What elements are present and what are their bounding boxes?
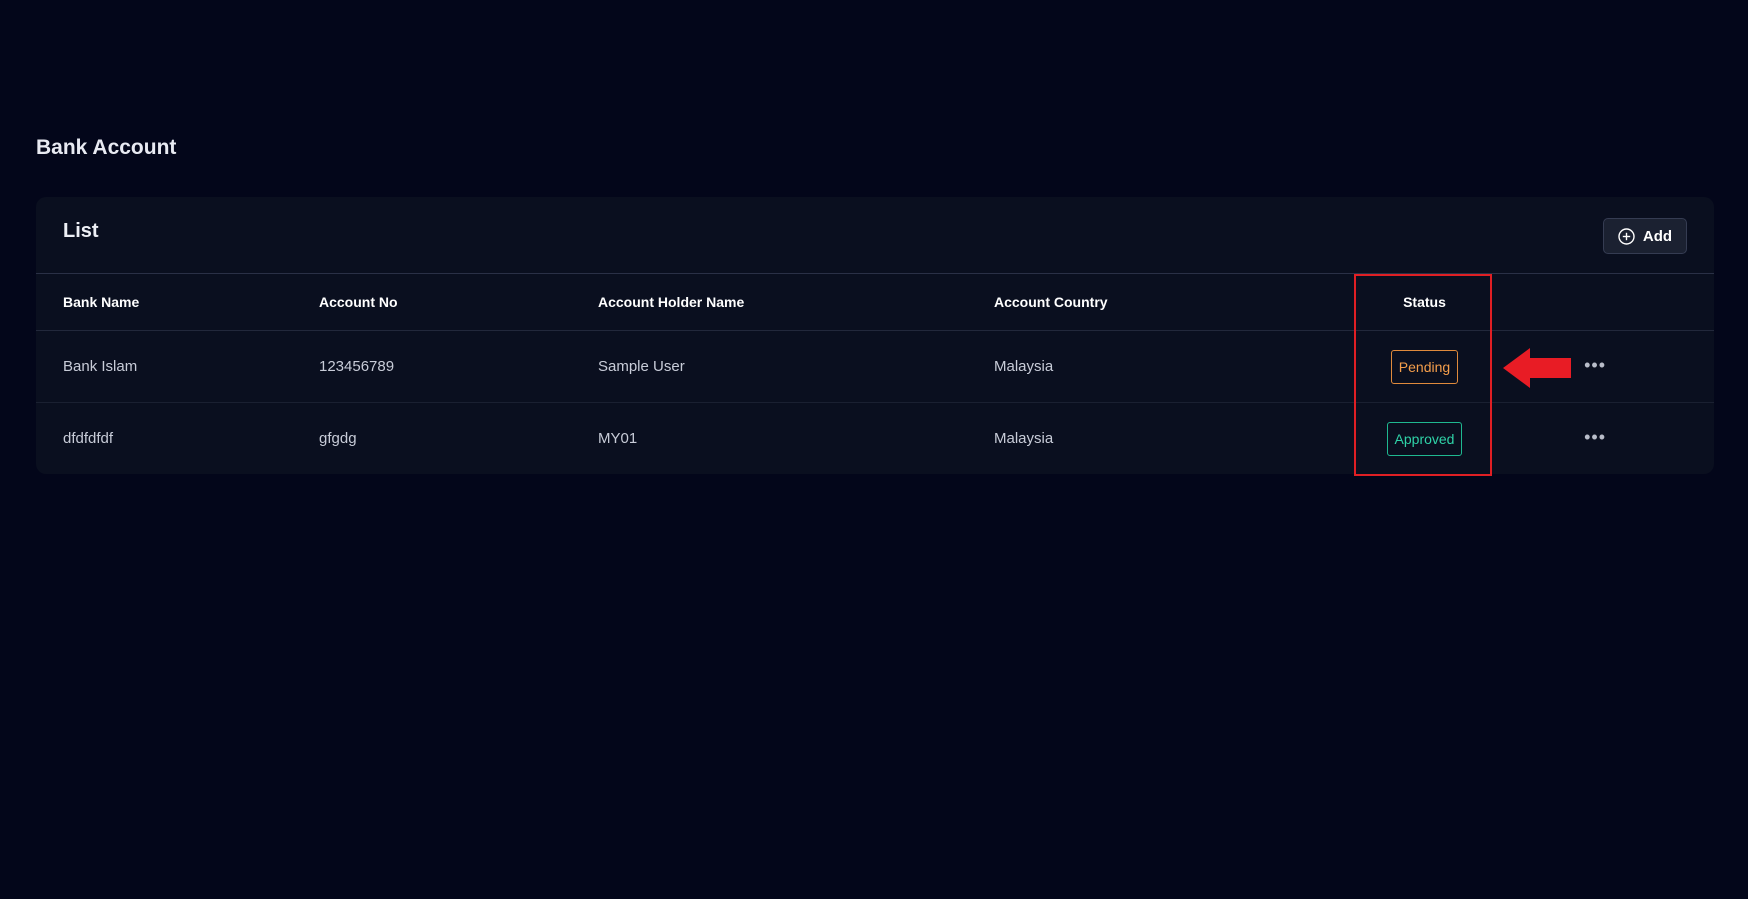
cell-account-country: Malaysia xyxy=(994,330,1354,403)
cell-bank-name: dfdfdfdf xyxy=(63,430,114,447)
cell-bank-name: Bank Islam xyxy=(36,330,319,403)
more-horizontal-icon[interactable]: ••• xyxy=(1584,428,1606,446)
column-header-bank-name: Bank Name xyxy=(36,274,319,331)
cell-account-no: 123456789 xyxy=(319,330,598,403)
table-header-row: Bank Name Account No Account Holder Name… xyxy=(36,274,1714,331)
column-header-account-no: Account No xyxy=(319,274,598,331)
add-button-label: Add xyxy=(1642,227,1673,245)
status-badge-approved: Approved xyxy=(1386,421,1463,456)
cell-status: Pending xyxy=(1354,330,1495,403)
cell-actions: ••• xyxy=(1495,403,1714,475)
status-badge-pending: Pending xyxy=(1390,349,1459,384)
add-button[interactable]: Add xyxy=(1603,218,1687,254)
table-row: dfdfdfdf gfgdg MY01 Malaysia Approved ••… xyxy=(36,403,1714,475)
cell-account-holder-name: Sample User xyxy=(598,330,994,403)
column-header-status: Status xyxy=(1354,274,1495,331)
bank-account-list-card: List Add Bank Name Account No Account Ho… xyxy=(36,197,1714,474)
column-header-account-country: Account Country xyxy=(994,274,1354,331)
more-horizontal-icon[interactable]: ••• xyxy=(1584,356,1606,374)
card-header: List Add xyxy=(36,197,1714,274)
plus-circle-icon xyxy=(1618,227,1635,245)
column-header-account-holder-name: Account Holder Name xyxy=(598,274,994,331)
cell-status: Approved xyxy=(1354,403,1495,475)
card-title: List xyxy=(63,220,99,242)
cell-account-holder-name: MY01 xyxy=(598,430,638,447)
cell-account-no: gfgdg xyxy=(319,430,357,447)
cell-account-country: Malaysia xyxy=(994,430,1054,447)
page-title: Bank Account xyxy=(36,136,177,159)
bank-account-table: Bank Name Account No Account Holder Name… xyxy=(36,274,1714,474)
cell-actions: ••• xyxy=(1495,330,1714,403)
column-header-actions xyxy=(1495,274,1714,331)
table-row: Bank Islam 123456789 Sample User Malaysi… xyxy=(36,330,1714,403)
